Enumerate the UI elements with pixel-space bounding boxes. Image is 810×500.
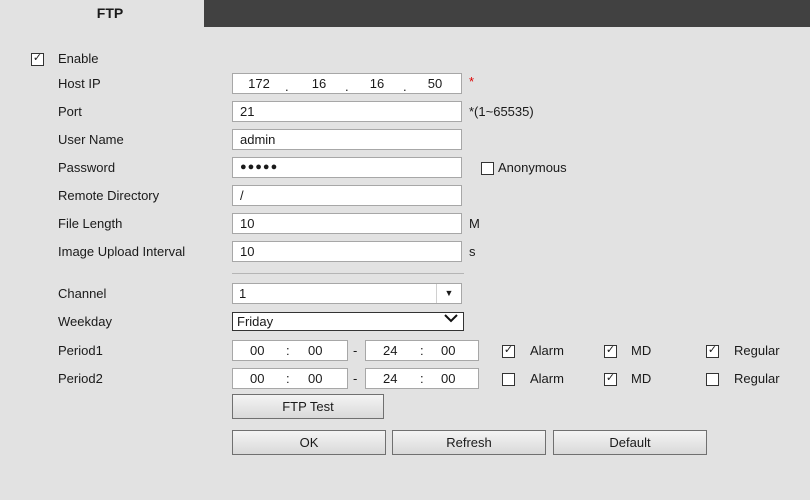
remote-directory-label: Remote Directory — [58, 188, 160, 203]
period-separator: - — [353, 343, 358, 358]
file-length-unit: M — [469, 216, 480, 231]
host-ip-dot: . — [285, 79, 289, 94]
period2-start-minute[interactable]: 00 — [308, 370, 322, 387]
host-ip-octet-4[interactable]: 50 — [421, 74, 449, 93]
user-name-field[interactable]: admin — [232, 129, 462, 150]
period1-start-hour[interactable]: 00 — [250, 342, 264, 359]
period1-label: Period1 — [58, 343, 103, 358]
period1-md-label: MD — [631, 343, 652, 358]
chevron-down-icon[interactable] — [439, 313, 463, 330]
period2-md-checkbox[interactable] — [604, 373, 617, 386]
anonymous-checkbox[interactable] — [481, 162, 494, 175]
period1-start-time[interactable]: 00 : 00 — [232, 340, 348, 361]
image-upload-interval-unit: s — [469, 244, 476, 259]
period2-regular-label: Regular — [734, 371, 780, 386]
period2-md-label: MD — [631, 371, 652, 386]
host-ip-label: Host IP — [58, 76, 101, 91]
period1-end-time[interactable]: 24 : 00 — [365, 340, 479, 361]
weekday-label: Weekday — [58, 314, 112, 329]
time-colon: : — [286, 343, 290, 358]
password-label: Password — [58, 160, 116, 175]
file-length-field[interactable]: 10 — [232, 213, 462, 234]
period2-end-time[interactable]: 24 : 00 — [365, 368, 479, 389]
enable-checkbox[interactable] — [31, 53, 44, 66]
channel-label: Channel — [58, 286, 107, 301]
host-ip-octet-1[interactable]: 172 — [245, 74, 273, 93]
channel-value: 1 — [239, 286, 247, 301]
file-length-label: File Length — [58, 216, 123, 231]
period2-end-minute[interactable]: 00 — [441, 370, 455, 387]
password-field[interactable]: ●●●●● — [232, 157, 462, 178]
period1-md-checkbox[interactable] — [604, 345, 617, 358]
period2-regular-checkbox[interactable] — [706, 373, 719, 386]
period1-end-hour[interactable]: 24 — [383, 342, 397, 359]
section-divider — [232, 273, 464, 274]
host-ip-octet-3[interactable]: 16 — [363, 74, 391, 93]
remote-directory-field[interactable]: / — [232, 185, 462, 206]
default-button[interactable]: Default — [553, 430, 707, 455]
host-ip-dot: . — [345, 79, 349, 94]
port-range-hint: *(1~65535) — [469, 104, 534, 119]
image-upload-interval-label: Image Upload Interval — [58, 244, 186, 259]
ftp-test-button[interactable]: FTP Test — [232, 394, 384, 419]
time-colon: : — [286, 371, 290, 386]
period1-regular-checkbox[interactable] — [706, 345, 719, 358]
host-ip-field[interactable]: 172 . 16 . 16 . 50 — [232, 73, 462, 94]
image-upload-interval-field[interactable]: 10 — [232, 241, 462, 262]
period-separator: - — [353, 371, 358, 386]
tab-ftp-label: FTP — [96, 5, 124, 21]
chevron-down-icon[interactable]: ▼ — [436, 284, 461, 303]
channel-select[interactable]: 1 ▼ — [232, 283, 462, 304]
period2-start-time[interactable]: 00 : 00 — [232, 368, 348, 389]
host-ip-dot: . — [403, 79, 407, 94]
host-ip-required-mark: * — [469, 74, 475, 89]
tab-ftp[interactable]: FTP — [0, 0, 204, 27]
weekday-select[interactable]: Friday — [232, 312, 464, 331]
host-ip-octet-2[interactable]: 16 — [305, 74, 333, 93]
weekday-value: Friday — [237, 314, 274, 329]
period2-label: Period2 — [58, 371, 103, 386]
anonymous-label: Anonymous — [498, 160, 567, 175]
period1-end-minute[interactable]: 00 — [441, 342, 455, 359]
time-colon: : — [420, 371, 424, 386]
period1-alarm-checkbox[interactable] — [502, 345, 515, 358]
period2-end-hour[interactable]: 24 — [383, 370, 397, 387]
period2-alarm-checkbox[interactable] — [502, 373, 515, 386]
period1-alarm-label: Alarm — [530, 343, 564, 358]
period1-regular-label: Regular — [734, 343, 780, 358]
ok-button[interactable]: OK — [232, 430, 386, 455]
user-name-label: User Name — [58, 132, 124, 147]
period1-start-minute[interactable]: 00 — [308, 342, 322, 359]
refresh-button[interactable]: Refresh — [392, 430, 546, 455]
enable-label: Enable — [58, 51, 99, 66]
period2-alarm-label: Alarm — [530, 371, 564, 386]
period2-start-hour[interactable]: 00 — [250, 370, 264, 387]
port-field[interactable]: 21 — [232, 101, 462, 122]
port-label: Port — [58, 104, 82, 119]
time-colon: : — [420, 343, 424, 358]
